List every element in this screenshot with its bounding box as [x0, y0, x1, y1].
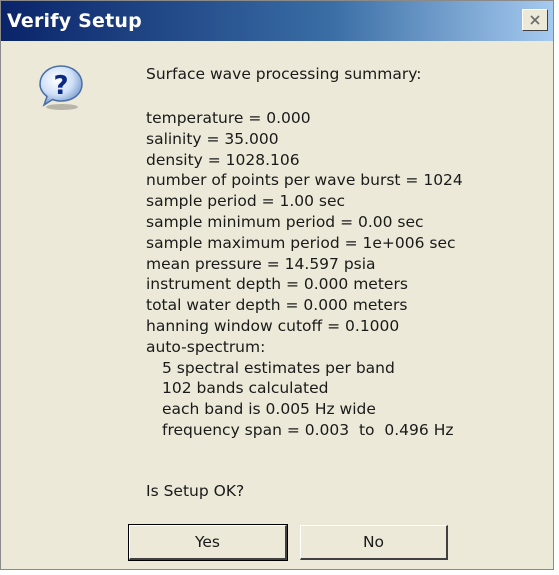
- question-icon: ?: [37, 63, 85, 111]
- dialog-title: Verify Setup: [7, 10, 142, 32]
- question-mark-glyph: ?: [53, 71, 68, 101]
- verify-setup-dialog: Verify Setup ? Surface wave processing s…: [0, 0, 554, 570]
- summary-line: temperature = 0.000: [146, 109, 311, 127]
- summary-line: density = 1028.106: [146, 150, 300, 169]
- summary-line: total water depth = 0.000 meters: [146, 296, 408, 315]
- summary-content: Surface wave processing summary: tempera…: [146, 64, 463, 441]
- close-icon: [530, 15, 540, 25]
- summary-title: Surface wave processing summary:: [146, 65, 422, 83]
- spectrum-line: each band is 0.005 Hz wide: [162, 400, 376, 419]
- summary-line: mean pressure = 14.597 psia: [146, 254, 376, 273]
- summary-line: sample period = 1.00 sec: [146, 192, 346, 211]
- no-button[interactable]: No: [300, 525, 448, 560]
- close-button[interactable]: [522, 9, 548, 31]
- spectrum-line: frequency span = 0.003 to 0.496 Hz: [162, 420, 454, 439]
- yes-button[interactable]: Yes: [128, 524, 288, 561]
- spectrum-line: 102 bands calculated: [162, 379, 329, 398]
- summary-line: hanning window cutoff = 0.1000: [146, 316, 400, 335]
- summary-lines: temperature = 0.000 salinity = 35.000 de…: [146, 108, 463, 441]
- summary-line: instrument depth = 0.000 meters: [146, 275, 408, 294]
- title-bar[interactable]: Verify Setup: [1, 1, 553, 41]
- summary-line: number of points per wave burst = 1024: [146, 171, 463, 190]
- setup-question: Is Setup OK?: [146, 482, 245, 500]
- summary-line: salinity = 35.000: [146, 129, 279, 148]
- summary-line: sample minimum period = 0.00 sec: [146, 212, 424, 231]
- spectrum-line: 5 spectral estimates per band: [162, 358, 395, 377]
- summary-line: sample maximum period = 1e+006 sec: [146, 233, 456, 252]
- summary-line: auto-spectrum:: [146, 337, 266, 356]
